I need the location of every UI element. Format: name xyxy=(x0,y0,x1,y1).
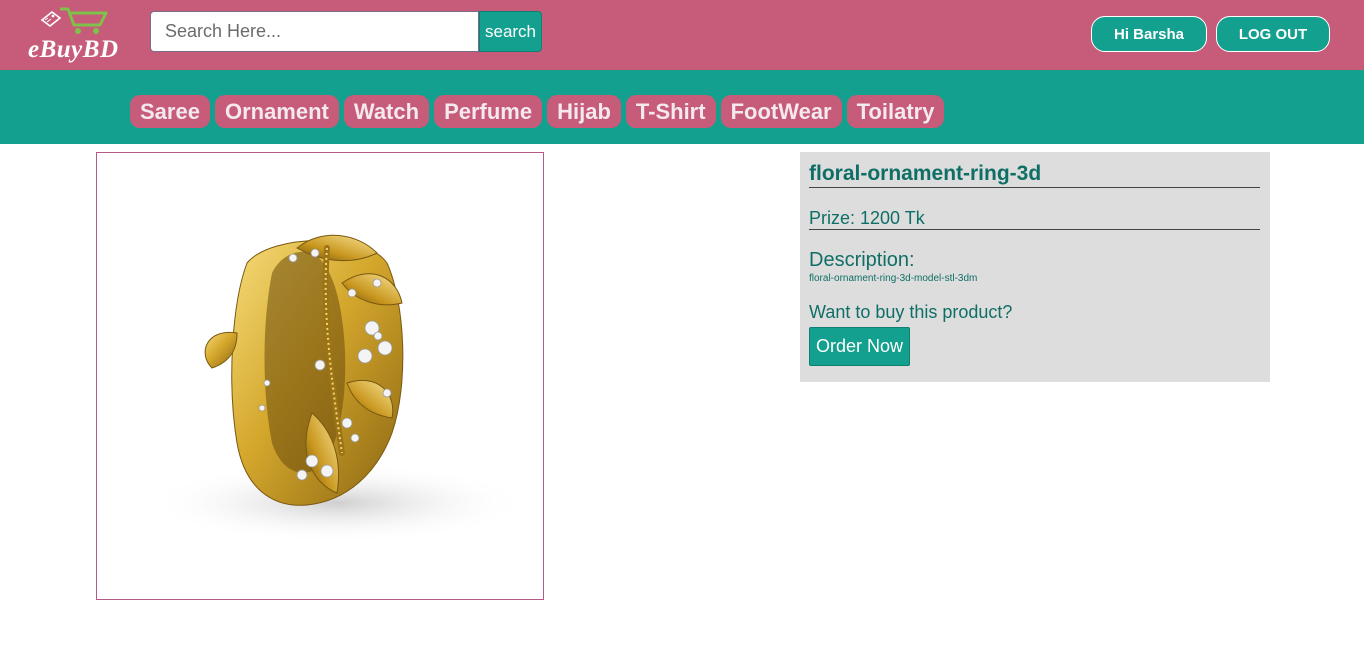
user-greeting-button[interactable]: Hi Barsha xyxy=(1091,16,1207,52)
search-bar: search xyxy=(150,11,542,52)
top-header: eBuyBD search Hi Barsha LOG OUT xyxy=(0,0,1364,70)
buy-prompt: Want to buy this product? xyxy=(809,302,1013,322)
category-footwear[interactable]: FootWear xyxy=(720,95,842,128)
logo-text: eBuyBD xyxy=(28,36,119,63)
category-ornament[interactable]: Ornament xyxy=(214,95,339,128)
category-nav: Saree Ornament Watch Perfume Hijab T-Shi… xyxy=(0,70,1364,144)
product-image xyxy=(96,152,544,600)
cart-logo-icon xyxy=(40,7,108,34)
search-input[interactable] xyxy=(150,11,479,52)
category-toilatry[interactable]: Toilatry xyxy=(846,95,945,128)
category-perfume[interactable]: Perfume xyxy=(434,95,543,128)
site-logo[interactable]: eBuyBD xyxy=(26,6,132,66)
search-button[interactable]: search xyxy=(479,11,542,52)
order-now-button[interactable]: Order Now xyxy=(809,327,911,366)
logout-button[interactable]: LOG OUT xyxy=(1216,16,1330,52)
product-info-panel: floral-ornament-ring-3d Prize: 1200 Tk D… xyxy=(800,152,1270,382)
category-watch[interactable]: Watch xyxy=(343,95,430,128)
product-description: floral-ornament-ring-3d-model-stl-3dm xyxy=(809,273,978,284)
product-price: Prize: 1200 Tk xyxy=(809,208,1260,230)
category-saree[interactable]: Saree xyxy=(130,95,210,128)
category-tshirt[interactable]: T-Shirt xyxy=(625,95,716,128)
gold-floral-ring-icon xyxy=(97,153,543,599)
category-hijab[interactable]: Hijab xyxy=(547,95,621,128)
product-title: floral-ornament-ring-3d xyxy=(809,162,1260,188)
description-label: Description: xyxy=(809,249,915,271)
